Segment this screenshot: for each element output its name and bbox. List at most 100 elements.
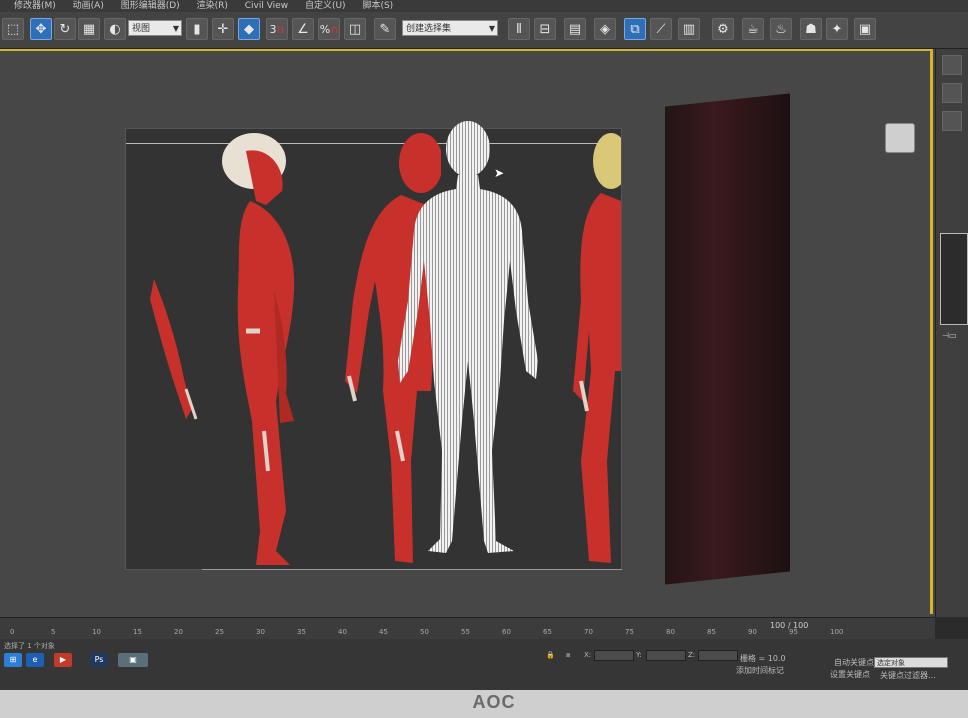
selection-status: 选择了 1 个对象: [4, 642, 55, 650]
reference-image-plane[interactable]: [125, 121, 622, 570]
auto-key-button[interactable]: 自动关键点: [834, 657, 874, 668]
hierarchy-tab-icon[interactable]: [942, 111, 962, 131]
create-tab-icon[interactable]: [942, 55, 962, 75]
select-manipulate-icon[interactable]: ✛: [212, 18, 234, 40]
mirror-icon[interactable]: ⫴: [508, 18, 530, 40]
status-bar: 选择了 1 个对象 ⊞ e ▶ Ps ▣ 🔒 ⧈ X: Y: Z: 栅格 = 1…: [0, 639, 968, 690]
z-coordinate-field[interactable]: [698, 650, 738, 661]
y-coordinate-field[interactable]: [646, 650, 686, 661]
layer-manager-icon[interactable]: ▤: [564, 18, 586, 40]
menu-graph-editors[interactable]: 图形编辑器(D): [121, 0, 180, 12]
menu-bar: 修改器(M) 动画(A) 图形编辑器(D) 渲染(R) Civil View 自…: [0, 0, 968, 12]
3dsmax-taskbar-icon[interactable]: ▣: [118, 653, 148, 667]
align-icon[interactable]: ⊟: [534, 18, 556, 40]
pin-stack-icon[interactable]: ⊣▭: [942, 331, 957, 340]
timeline-tick: 20: [174, 628, 183, 636]
set-key-button[interactable]: 设置关键点: [830, 669, 870, 680]
time-slider[interactable]: 100 / 100 0 5 10 15 20 25 30 35 40 45 50 55 60 65 70 75…: [0, 617, 935, 640]
render-iterative-icon[interactable]: ✦: [826, 18, 848, 40]
z-label: Z:: [688, 651, 696, 659]
ie-browser-icon[interactable]: e: [26, 653, 44, 667]
menu-scripting[interactable]: 脚本(S): [362, 0, 393, 12]
view-dropdown-value: 视图: [132, 24, 151, 34]
viewcube-icon[interactable]: [885, 123, 915, 153]
selection-set-dropdown[interactable]: 创建选择集 ▼: [402, 20, 498, 36]
timeline-tick: 30: [256, 628, 265, 636]
keyboard-shortcut-icon[interactable]: ◆: [238, 18, 260, 40]
timeline-tick: 35: [297, 628, 306, 636]
timeline-tick: 85: [707, 628, 716, 636]
modify-tab-icon[interactable]: [942, 83, 962, 103]
timeline-tick: 100: [830, 628, 844, 636]
anatomy-back-view: [573, 133, 621, 563]
angle-snap-icon[interactable]: ∠: [292, 18, 314, 40]
anatomy-arm-fragment: [150, 279, 198, 420]
render-frame-window-icon[interactable]: ▣: [854, 18, 876, 40]
anatomy-side-view: [222, 133, 295, 565]
screen: 修改器(M) 动画(A) 图形编辑器(D) 渲染(R) Civil View 自…: [0, 0, 968, 690]
key-filters-button[interactable]: 关键点过滤器...: [880, 670, 936, 681]
menu-civil-view[interactable]: Civil View: [245, 0, 288, 12]
add-time-tag[interactable]: 添加时间标记: [736, 665, 784, 676]
photoshop-icon[interactable]: Ps: [90, 653, 108, 667]
timeline-tick: 5: [51, 628, 56, 636]
absolute-mode-icon[interactable]: ⧈: [566, 651, 570, 660]
windows-start-icon[interactable]: ⊞: [4, 653, 22, 667]
timeline-tick: 10: [92, 628, 101, 636]
render-production-icon[interactable]: ☗: [800, 18, 822, 40]
y-label: Y:: [636, 651, 642, 659]
timeline-tick: 55: [461, 628, 470, 636]
spinner-snap-icon[interactable]: ◫: [344, 18, 366, 40]
modifier-stack-list[interactable]: [940, 233, 968, 325]
edit-named-selection-icon[interactable]: ✎: [374, 18, 396, 40]
render-setup-icon[interactable]: ⚙: [712, 18, 734, 40]
timeline-tick: 95: [789, 628, 798, 636]
menu-animation[interactable]: 动画(A): [73, 0, 104, 12]
percent-snap-button[interactable]: %∩: [318, 18, 340, 40]
active-viewport-border-top: [0, 49, 933, 51]
snap-toggle-button[interactable]: 3∩: [266, 18, 288, 40]
reference-coord-icon[interactable]: ◐: [104, 18, 126, 40]
graphite-tools-icon[interactable]: ◈: [594, 18, 616, 40]
video-player-icon[interactable]: ▶: [54, 653, 72, 667]
magnet-icon: ∩: [330, 23, 339, 36]
magnet-icon: ∩: [276, 23, 285, 36]
timeline-tick: 80: [666, 628, 675, 636]
material-editor-icon[interactable]: ▥: [678, 18, 700, 40]
monitor-brand-logo: AOC: [472, 692, 516, 712]
monitor-bezel: AOC: [0, 690, 968, 718]
select-move-icon[interactable]: ✥: [30, 18, 52, 40]
menu-modifiers[interactable]: 修改器(M): [14, 0, 56, 12]
white-mannequin-model[interactable]: [388, 121, 568, 561]
view-dropdown[interactable]: 视图 ▼: [128, 20, 182, 36]
side-reference-plane[interactable]: [665, 93, 790, 585]
chevron-down-icon: ▼: [172, 24, 179, 33]
schematic-view-icon[interactable]: ⟋: [650, 18, 672, 40]
timeline-tick: 15: [133, 628, 142, 636]
menu-rendering[interactable]: 渲染(R): [197, 0, 228, 12]
render-teapot-icon[interactable]: ♨: [770, 18, 792, 40]
timeline-tick: 25: [215, 628, 224, 636]
timeline-tick: 65: [543, 628, 552, 636]
curve-editor-icon[interactable]: ⧉: [624, 18, 646, 40]
timeline-tick: 0: [10, 628, 15, 636]
timeline-tick: 90: [748, 628, 757, 636]
percent-label: %: [319, 23, 331, 36]
main-toolbar: ⬚ ✥ ↻ ▦ ◐ 视图 ▼ ▮ ✛ ◆ 3∩ ∠ %∩ ◫ ✎ 创建选择集 ▼…: [0, 12, 968, 49]
selected-object-dropdown[interactable]: 选定对象: [874, 657, 948, 668]
menu-customize[interactable]: 自定义(U): [305, 0, 346, 12]
chevron-down-icon: ▼: [488, 24, 495, 33]
rendered-frame-icon[interactable]: ☕: [742, 18, 764, 40]
lock-selection-icon[interactable]: 🔒: [546, 651, 555, 659]
undo-icon[interactable]: ⬚: [2, 18, 24, 40]
grid-size: 栅格 = 10.0: [740, 654, 786, 663]
timeline-tick: 75: [625, 628, 634, 636]
scale-icon[interactable]: ▦: [78, 18, 100, 40]
timeline-tick: 60: [502, 628, 511, 636]
mouse-cursor-icon: ➤: [494, 166, 505, 180]
rotate-icon[interactable]: ↻: [54, 18, 76, 40]
x-label: X:: [584, 651, 592, 659]
pivot-icon[interactable]: ▮: [186, 18, 208, 40]
x-coordinate-field[interactable]: [594, 650, 634, 661]
timeline-tick: 45: [379, 628, 388, 636]
